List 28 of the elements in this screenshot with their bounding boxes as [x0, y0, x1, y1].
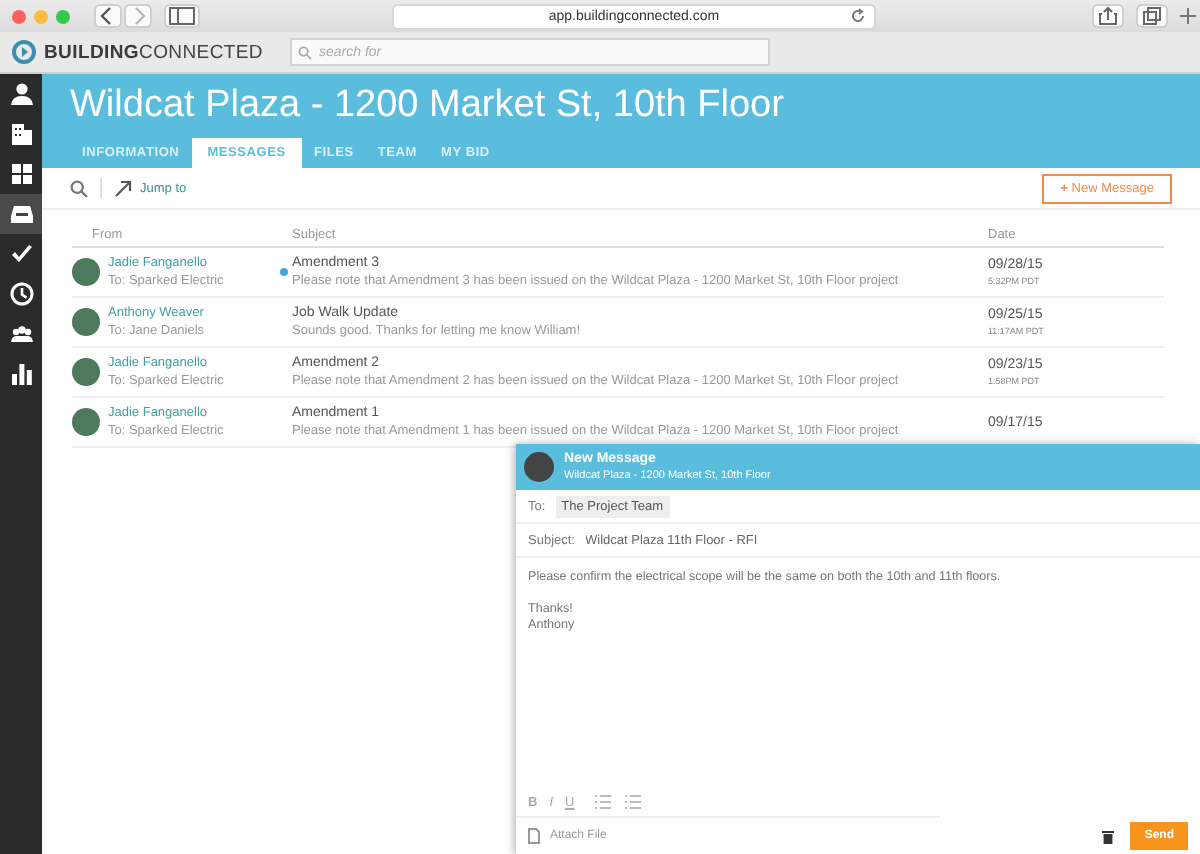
trash-icon[interactable] [1102, 829, 1115, 843]
inbox-icon [9, 202, 33, 226]
clock-icon [9, 282, 33, 306]
avatar [72, 358, 100, 386]
reload-icon[interactable] [850, 8, 866, 24]
person-icon [9, 82, 33, 106]
share-icon[interactable] [1092, 4, 1124, 28]
avatar [524, 452, 554, 482]
logo-icon [12, 40, 36, 64]
logo-text: BUILDINGCONNECTED [44, 41, 263, 63]
new-tab-icon[interactable] [1178, 6, 1198, 26]
project-title: Wildcat Plaza - 1200 Market St, 10th Floor [70, 84, 786, 128]
tabs-icon[interactable] [1136, 4, 1168, 28]
back-icon[interactable] [94, 4, 122, 28]
sidebar-toggle-icon[interactable] [164, 4, 200, 28]
bar-chart-icon [9, 362, 33, 386]
avatar [72, 308, 100, 336]
sidebar-item[interactable] [0, 194, 42, 234]
search-icon [298, 45, 313, 59]
building-icon [9, 122, 33, 146]
grid-icon [9, 162, 33, 186]
arrow-icon [114, 179, 132, 197]
file-icon [528, 828, 540, 844]
group-icon [9, 322, 33, 346]
avatar [72, 258, 100, 286]
search-icon[interactable] [70, 179, 88, 197]
avatar [72, 408, 100, 436]
checkmark-icon [9, 242, 33, 266]
